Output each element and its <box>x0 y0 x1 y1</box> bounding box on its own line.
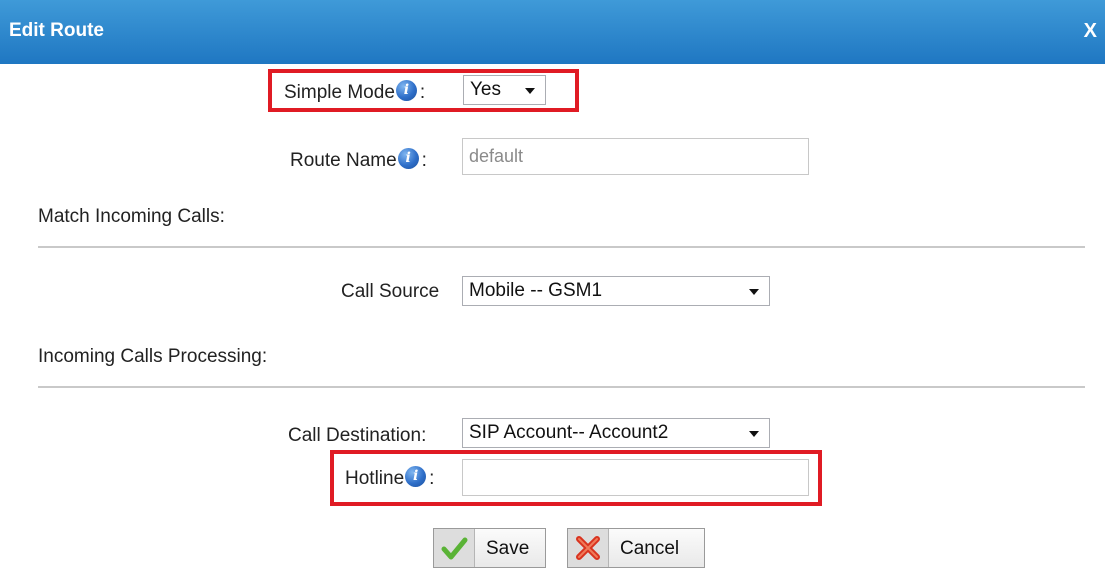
simple-mode-label-text: Simple Mode <box>284 82 395 103</box>
chevron-down-icon <box>525 88 535 94</box>
simple-mode-colon: : <box>419 82 426 103</box>
call-source-value: Mobile -- GSM1 <box>469 280 603 301</box>
info-icon[interactable]: i <box>397 148 419 169</box>
info-icon[interactable]: i <box>395 80 417 101</box>
call-destination-label-text: Call Destination: <box>288 425 427 446</box>
route-name-colon: : <box>421 150 427 171</box>
section-divider <box>38 386 1085 388</box>
simple-mode-value: Yes <box>470 79 501 100</box>
match-incoming-calls-heading: Match Incoming Calls: <box>38 206 225 227</box>
call-destination-select[interactable]: SIP Account-- Account2 <box>462 418 770 448</box>
route-name-value: default <box>469 146 524 166</box>
dialog-title: Edit Route <box>9 20 104 41</box>
hotline-label: Hotline i: <box>345 466 434 490</box>
dialog-title-bar: Edit Route X <box>0 0 1105 64</box>
incoming-calls-processing-heading: Incoming Calls Processing: <box>38 346 268 367</box>
route-name-input[interactable]: default <box>462 138 809 175</box>
section-divider <box>38 246 1085 248</box>
route-name-label: Route Name i: <box>290 148 427 172</box>
simple-mode-select[interactable]: Yes <box>463 75 546 105</box>
simple-mode-label: Simple Mode i: <box>284 80 425 104</box>
check-icon <box>434 529 475 567</box>
hotline-colon: : <box>429 468 435 489</box>
cancel-button[interactable]: Cancel <box>567 528 705 568</box>
hotline-label-text: Hotline <box>345 468 405 489</box>
call-destination-value: SIP Account-- Account2 <box>469 422 669 443</box>
info-icon[interactable]: i <box>405 466 427 487</box>
cancel-button-label: Cancel <box>620 538 680 559</box>
close-button[interactable]: X <box>1084 20 1097 43</box>
call-source-label-text: Call Source <box>341 281 440 302</box>
save-button[interactable]: Save <box>433 528 546 568</box>
chevron-down-icon <box>749 289 759 295</box>
call-destination-label: Call Destination: <box>288 425 426 447</box>
call-source-label: Call Source <box>341 281 439 303</box>
save-button-label: Save <box>486 538 530 559</box>
x-mark-icon <box>568 529 609 567</box>
hotline-input[interactable] <box>462 459 809 496</box>
chevron-down-icon <box>749 431 759 437</box>
call-source-select[interactable]: Mobile -- GSM1 <box>462 276 770 306</box>
route-name-label-text: Route Name <box>290 150 397 171</box>
